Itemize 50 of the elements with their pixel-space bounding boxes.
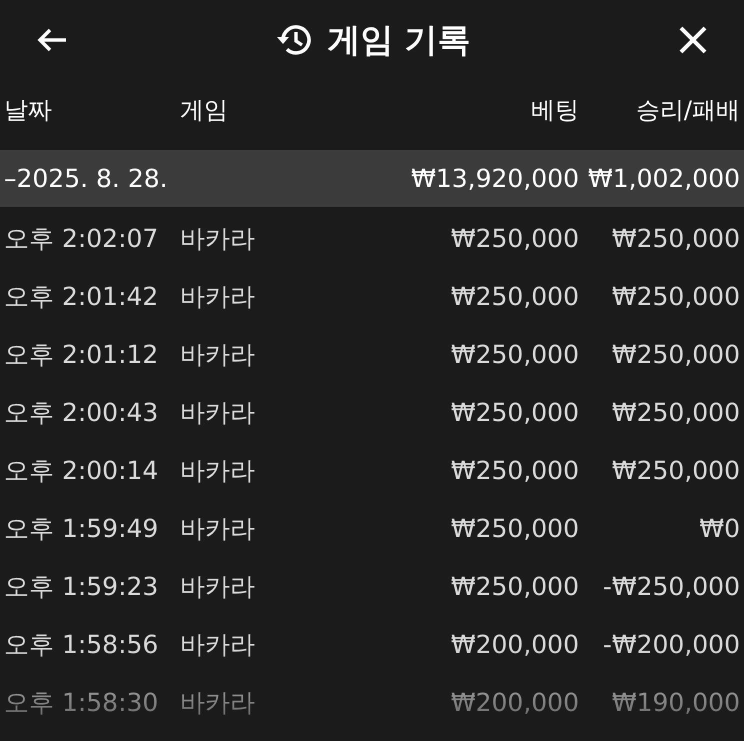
close-button[interactable] [678, 25, 708, 55]
result-cell: ₩0 [699, 514, 740, 544]
bet-cell: ₩250,000 [450, 224, 579, 254]
game-cell: 바카라 [180, 572, 255, 602]
bet-cell: ₩200,000 [450, 688, 579, 718]
bet-cell: ₩250,000 [450, 340, 579, 370]
group-result-total: ₩1,002,000 [588, 164, 740, 193]
game-cell: 바카라 [180, 224, 255, 254]
history-icon [275, 23, 312, 57]
result-cell: ₩190,000 [612, 688, 740, 718]
bet-cell: ₩200,000 [450, 630, 579, 660]
time-cell: 오후 2:01:12 [4, 340, 158, 370]
bet-cell: ₩250,000 [450, 398, 579, 428]
back-button[interactable] [36, 27, 68, 53]
result-cell: ₩250,000 [612, 224, 740, 254]
game-cell: 바카라 [180, 514, 255, 544]
time-cell: 오후 1:58:56 [4, 630, 158, 660]
close-icon [678, 25, 708, 55]
group-bet-total: ₩13,920,000 [411, 164, 579, 193]
time-cell: 오후 2:00:43 [4, 398, 158, 428]
result-cell: ₩250,000 [612, 456, 740, 486]
result-cell: -₩200,000 [602, 630, 740, 660]
column-header[interactable]: 베팅 [531, 96, 579, 124]
bet-cell: ₩250,000 [450, 282, 579, 312]
time-cell: 오후 1:59:49 [4, 514, 158, 544]
column-header[interactable]: 날짜 [4, 96, 52, 124]
time-cell: 오후 1:58:30 [4, 688, 158, 718]
bet-cell: ₩250,000 [450, 572, 579, 602]
game-cell: 바카라 [180, 688, 255, 718]
time-cell: 오후 2:01:42 [4, 282, 158, 312]
bet-cell: ₩250,000 [450, 456, 579, 486]
time-cell: 오후 2:00:14 [4, 456, 158, 486]
time-cell: 오후 1:59:23 [4, 572, 158, 602]
result-cell: ₩250,000 [612, 340, 740, 370]
game-cell: 바카라 [180, 282, 255, 312]
game-cell: 바카라 [180, 456, 255, 486]
game-cell: 바카라 [180, 398, 255, 428]
group-date: –2025. 8. 28. [4, 164, 168, 193]
column-header[interactable]: 게임 [180, 96, 228, 124]
result-cell: -₩250,000 [602, 572, 740, 602]
game-cell: 바카라 [180, 340, 255, 370]
result-cell: ₩250,000 [612, 398, 740, 428]
time-cell: 오후 2:02:07 [4, 224, 158, 254]
back-arrow-icon [36, 27, 68, 53]
bet-cell: ₩250,000 [450, 514, 579, 544]
game-cell: 바카라 [180, 630, 255, 660]
result-cell: ₩250,000 [612, 282, 740, 312]
column-header[interactable]: 승리/패배 [636, 96, 740, 124]
date-group-row[interactable]: –2025. 8. 28. ₩13,920,000 ₩1,002,000 [0, 150, 744, 207]
page-title: 게임 기록 [327, 19, 471, 62]
